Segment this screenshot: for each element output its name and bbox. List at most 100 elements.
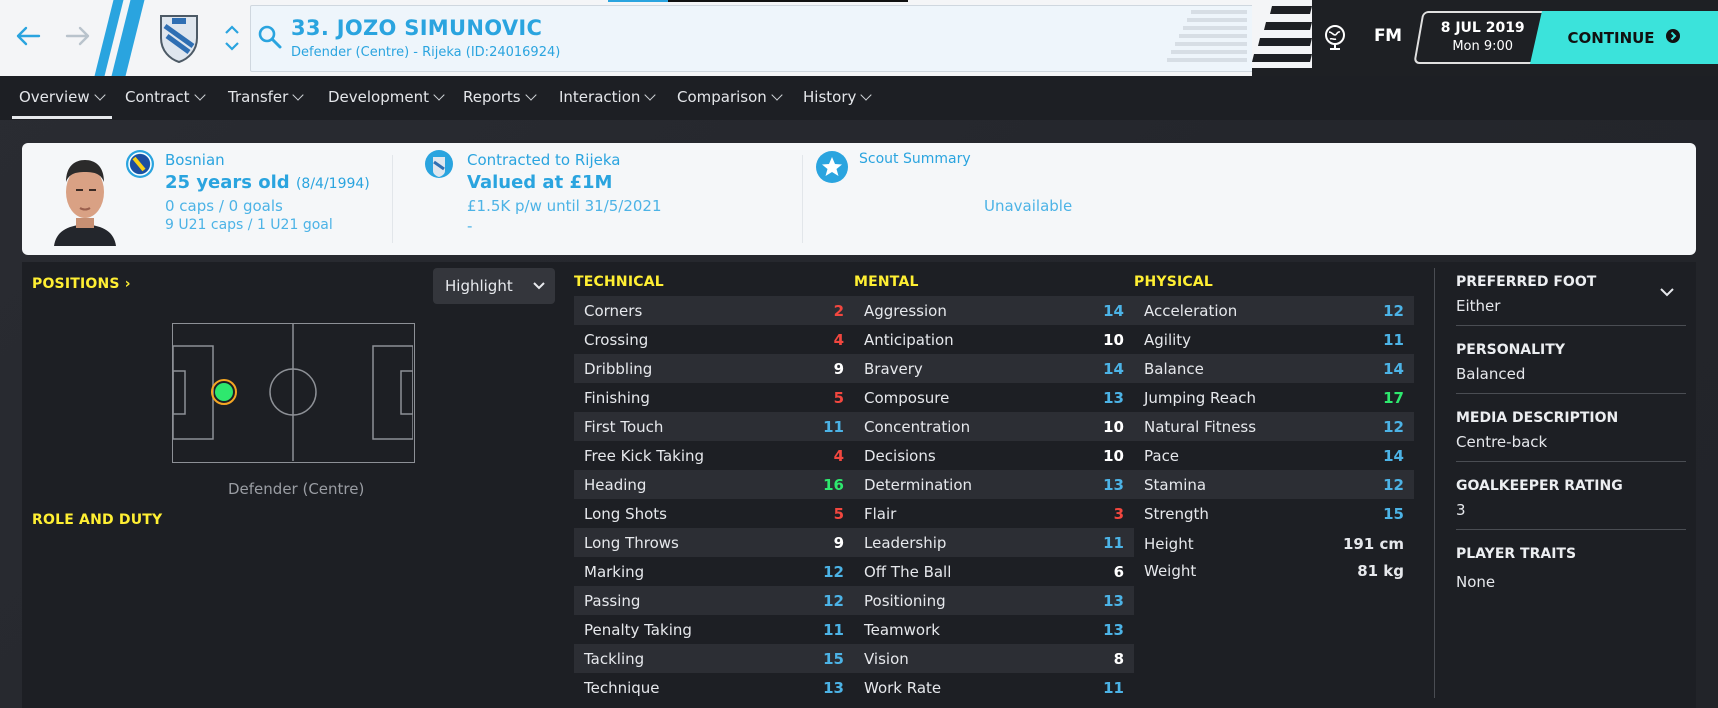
tab-development[interactable]: Development bbox=[328, 88, 445, 106]
attribute-row[interactable]: Acceleration 12 bbox=[1134, 296, 1414, 325]
chevron-down-icon[interactable] bbox=[1660, 282, 1674, 301]
attribute-name: Penalty Taking bbox=[584, 620, 692, 639]
contract-label[interactable]: Contracted to Rijeka bbox=[467, 151, 620, 169]
attribute-row[interactable]: Finishing 5 bbox=[574, 383, 854, 412]
summary-card: Bosnian 25 years old (8/4/1994) 0 caps /… bbox=[22, 143, 1696, 255]
attribute-row[interactable]: Long Throws 9 bbox=[574, 528, 854, 557]
forward-arrow-icon[interactable] bbox=[60, 18, 96, 54]
pitch-diagram bbox=[172, 323, 415, 463]
tab-transfer[interactable]: Transfer bbox=[228, 88, 304, 106]
attribute-row[interactable]: Marking 12 bbox=[574, 557, 854, 586]
attribute-value: 10 bbox=[1103, 417, 1124, 436]
preferred-foot-value: Either bbox=[1456, 297, 1501, 315]
continue-button[interactable]: CONTINUE bbox=[1530, 11, 1718, 64]
tab-overview[interactable]: Overview bbox=[19, 88, 106, 106]
attribute-row[interactable]: Flair 3 bbox=[854, 499, 1134, 528]
weight-label: Weight bbox=[1144, 561, 1197, 580]
attribute-row[interactable]: Long Shots 5 bbox=[574, 499, 854, 528]
chevron-up-icon bbox=[225, 25, 239, 34]
back-arrow-icon[interactable] bbox=[10, 18, 46, 54]
attribute-name: Stamina bbox=[1144, 475, 1207, 494]
search-bar[interactable]: 33. JOZO SIMUNOVIC Defender (Centre) - R… bbox=[250, 5, 1256, 72]
player-switcher[interactable] bbox=[222, 18, 242, 58]
attribute-name: Aggression bbox=[864, 301, 947, 320]
chevron-down-icon bbox=[771, 88, 783, 101]
player-photo[interactable] bbox=[50, 152, 120, 246]
tab-interaction[interactable]: Interaction bbox=[559, 88, 657, 106]
attribute-row[interactable]: Teamwork 13 bbox=[854, 615, 1134, 644]
attribute-value: 13 bbox=[1103, 620, 1124, 639]
nationality-flag-icon bbox=[125, 139, 155, 178]
physical-title: PHYSICAL bbox=[1134, 274, 1214, 290]
attribute-row[interactable]: Balance 14 bbox=[1134, 354, 1414, 383]
attribute-row[interactable]: Composure 13 bbox=[854, 383, 1134, 412]
chevron-down-icon bbox=[225, 42, 239, 51]
attribute-value: 15 bbox=[823, 649, 844, 668]
attribute-row[interactable]: Bravery 14 bbox=[854, 354, 1134, 383]
goalkeeper-rating-value: 3 bbox=[1456, 501, 1466, 519]
physical-measurements: Height 191 cm Weight 81 kg bbox=[1134, 530, 1414, 584]
attribute-row[interactable]: Tackling 15 bbox=[574, 644, 854, 673]
continue-label: CONTINUE bbox=[1567, 28, 1655, 47]
attribute-row[interactable]: Concentration 10 bbox=[854, 412, 1134, 441]
attribute-row[interactable]: Agility 11 bbox=[1134, 325, 1414, 354]
fm-logo[interactable]: FM bbox=[1374, 26, 1402, 46]
scout-summary-label[interactable]: Scout Summary bbox=[859, 151, 971, 167]
attribute-row[interactable]: Passing 12 bbox=[574, 586, 854, 615]
attribute-value: 9 bbox=[833, 359, 844, 378]
attribute-row[interactable]: Corners 2 bbox=[574, 296, 854, 325]
attribute-row[interactable]: Determination 13 bbox=[854, 470, 1134, 499]
height-row: Height 191 cm bbox=[1134, 530, 1414, 557]
attribute-value: 11 bbox=[1103, 678, 1124, 697]
attribute-value: 14 bbox=[1383, 446, 1404, 465]
attribute-row[interactable]: Off The Ball 6 bbox=[854, 557, 1134, 586]
attribute-row[interactable]: Free Kick Taking 4 bbox=[574, 441, 854, 470]
tab-comparison[interactable]: Comparison bbox=[677, 88, 783, 106]
attribute-row[interactable]: First Touch 11 bbox=[574, 412, 854, 441]
attribute-name: Marking bbox=[584, 562, 645, 581]
date-display[interactable]: 8 JUL 2019 Mon 9:00 bbox=[1413, 11, 1551, 64]
attribute-row[interactable]: Pace 14 bbox=[1134, 441, 1414, 470]
physical-attributes: Acceleration 12 Agility 11 Balance 14 Jumping … bbox=[1134, 296, 1414, 528]
tab-history[interactable]: History bbox=[803, 88, 873, 106]
chevron-down-icon bbox=[292, 88, 304, 101]
attribute-name: Off The Ball bbox=[864, 562, 952, 581]
attribute-row[interactable]: Stamina 12 bbox=[1134, 470, 1414, 499]
attribute-row[interactable]: Aggression 14 bbox=[854, 296, 1134, 325]
attribute-row[interactable]: Positioning 13 bbox=[854, 586, 1134, 615]
tab-contract[interactable]: Contract bbox=[125, 88, 206, 106]
attribute-row[interactable]: Dribbling 9 bbox=[574, 354, 854, 383]
player-traits-section: PLAYER TRAITS None bbox=[1456, 546, 1686, 591]
mental-attributes: Aggression 14 Anticipation 10 Bravery 14 Compo… bbox=[854, 296, 1134, 702]
attribute-row[interactable]: Strength 15 bbox=[1134, 499, 1414, 528]
weight-row: Weight 81 kg bbox=[1134, 557, 1414, 584]
tab-reports[interactable]: Reports bbox=[463, 88, 537, 106]
nationality-label[interactable]: Bosnian bbox=[165, 151, 225, 169]
media-description-value: Centre-back bbox=[1456, 433, 1548, 451]
position-marker[interactable] bbox=[211, 379, 237, 405]
attribute-row[interactable]: Leadership 11 bbox=[854, 528, 1134, 557]
top-bar: 33. JOZO SIMUNOVIC Defender (Centre) - R… bbox=[0, 0, 1718, 78]
attribute-name: Dribbling bbox=[584, 359, 653, 378]
positions-title[interactable]: POSITIONS › bbox=[32, 276, 131, 292]
attribute-row[interactable]: Anticipation 10 bbox=[854, 325, 1134, 354]
search-icon[interactable] bbox=[257, 24, 283, 54]
attribute-row[interactable]: Penalty Taking 11 bbox=[574, 615, 854, 644]
attribute-name: First Touch bbox=[584, 417, 664, 436]
attribute-row[interactable]: Crossing 4 bbox=[574, 325, 854, 354]
chevron-down-icon bbox=[93, 88, 106, 101]
attribute-row[interactable]: Work Rate 11 bbox=[854, 673, 1134, 702]
attribute-name: Corners bbox=[584, 301, 643, 320]
highlight-dropdown[interactable]: Highlight bbox=[433, 268, 555, 304]
attribute-row[interactable]: Heading 16 bbox=[574, 470, 854, 499]
attribute-row[interactable]: Natural Fitness 12 bbox=[1134, 412, 1414, 441]
attribute-row[interactable]: Jumping Reach 17 bbox=[1134, 383, 1414, 412]
attribute-row[interactable]: Decisions 10 bbox=[854, 441, 1134, 470]
attribute-row[interactable]: Vision 8 bbox=[854, 644, 1134, 673]
attribute-name: Strength bbox=[1144, 504, 1209, 523]
divider bbox=[392, 155, 393, 243]
globe-icon[interactable] bbox=[1320, 22, 1350, 52]
attribute-name: Work Rate bbox=[864, 678, 942, 697]
club-badge-icon[interactable] bbox=[150, 10, 208, 66]
attribute-row[interactable]: Technique 13 bbox=[574, 673, 854, 702]
